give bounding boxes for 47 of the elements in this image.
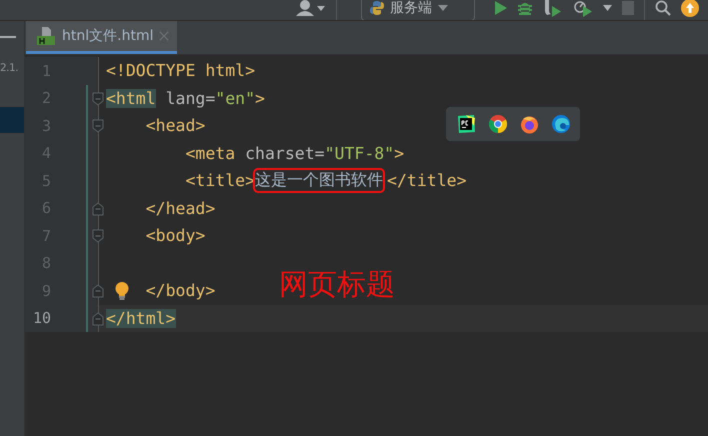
edge-icon[interactable] — [552, 115, 570, 133]
code-token: <title> — [185, 171, 256, 190]
code-token: lang — [164, 88, 206, 108]
update-icon[interactable] — [681, 0, 699, 17]
code-token: "UTF-8" — [324, 144, 394, 163]
code-token: </body> — [146, 281, 216, 300]
code-token: <!DOCTYPE html> — [106, 61, 256, 80]
line-number: 10 — [32, 309, 51, 328]
fold-marker-icon[interactable] — [92, 202, 104, 216]
run-icon[interactable] — [495, 1, 507, 15]
code-token: = — [205, 88, 216, 108]
run-configuration-label: 服务端 — [390, 0, 432, 17]
code-token: <html — [106, 88, 156, 108]
caret-icon — [438, 5, 448, 11]
code-token: "en" — [215, 88, 256, 108]
code-token: <meta — [185, 144, 236, 163]
code-token: > — [255, 88, 265, 108]
tree-item-label[interactable]: 2.1. — [0, 62, 18, 74]
fold-marker-icon[interactable] — [92, 284, 104, 298]
fold-marker-icon[interactable] — [92, 92, 104, 106]
highlighted-code-text: 这是一个图书软件 — [255, 170, 384, 192]
fold-marker-icon[interactable] — [92, 229, 104, 243]
bug-icon[interactable] — [517, 0, 533, 16]
code-token: charset — [244, 144, 315, 163]
coverage-run-icon[interactable] — [543, 0, 563, 17]
code-token: </html> — [106, 308, 176, 328]
stop-icon — [622, 1, 634, 15]
code-token: </title> — [387, 171, 467, 190]
chrome-icon[interactable] — [489, 115, 508, 133]
file-tab[interactable]: htnl文件.html — [26, 21, 178, 54]
python-icon — [370, 1, 384, 15]
profiler-run-icon[interactable] — [573, 0, 593, 17]
user-icon[interactable] — [296, 0, 326, 16]
fold-marker-icon[interactable] — [92, 119, 104, 133]
html-file-icon — [36, 27, 56, 45]
firefox-icon[interactable] — [520, 114, 539, 134]
caret-icon[interactable] — [603, 5, 612, 11]
search-icon[interactable] — [655, 0, 671, 16]
code-token: </head> — [146, 198, 216, 218]
code-token: > — [394, 144, 404, 163]
lightbulb-icon[interactable] — [115, 282, 129, 300]
pycharm-icon[interactable] — [456, 114, 476, 134]
code-token: <head> — [146, 116, 206, 136]
code-token: = — [314, 144, 325, 163]
code-token: <body> — [146, 226, 206, 246]
annotation-text: 网页标题 — [279, 266, 395, 303]
fold-marker-icon[interactable] — [92, 312, 104, 326]
